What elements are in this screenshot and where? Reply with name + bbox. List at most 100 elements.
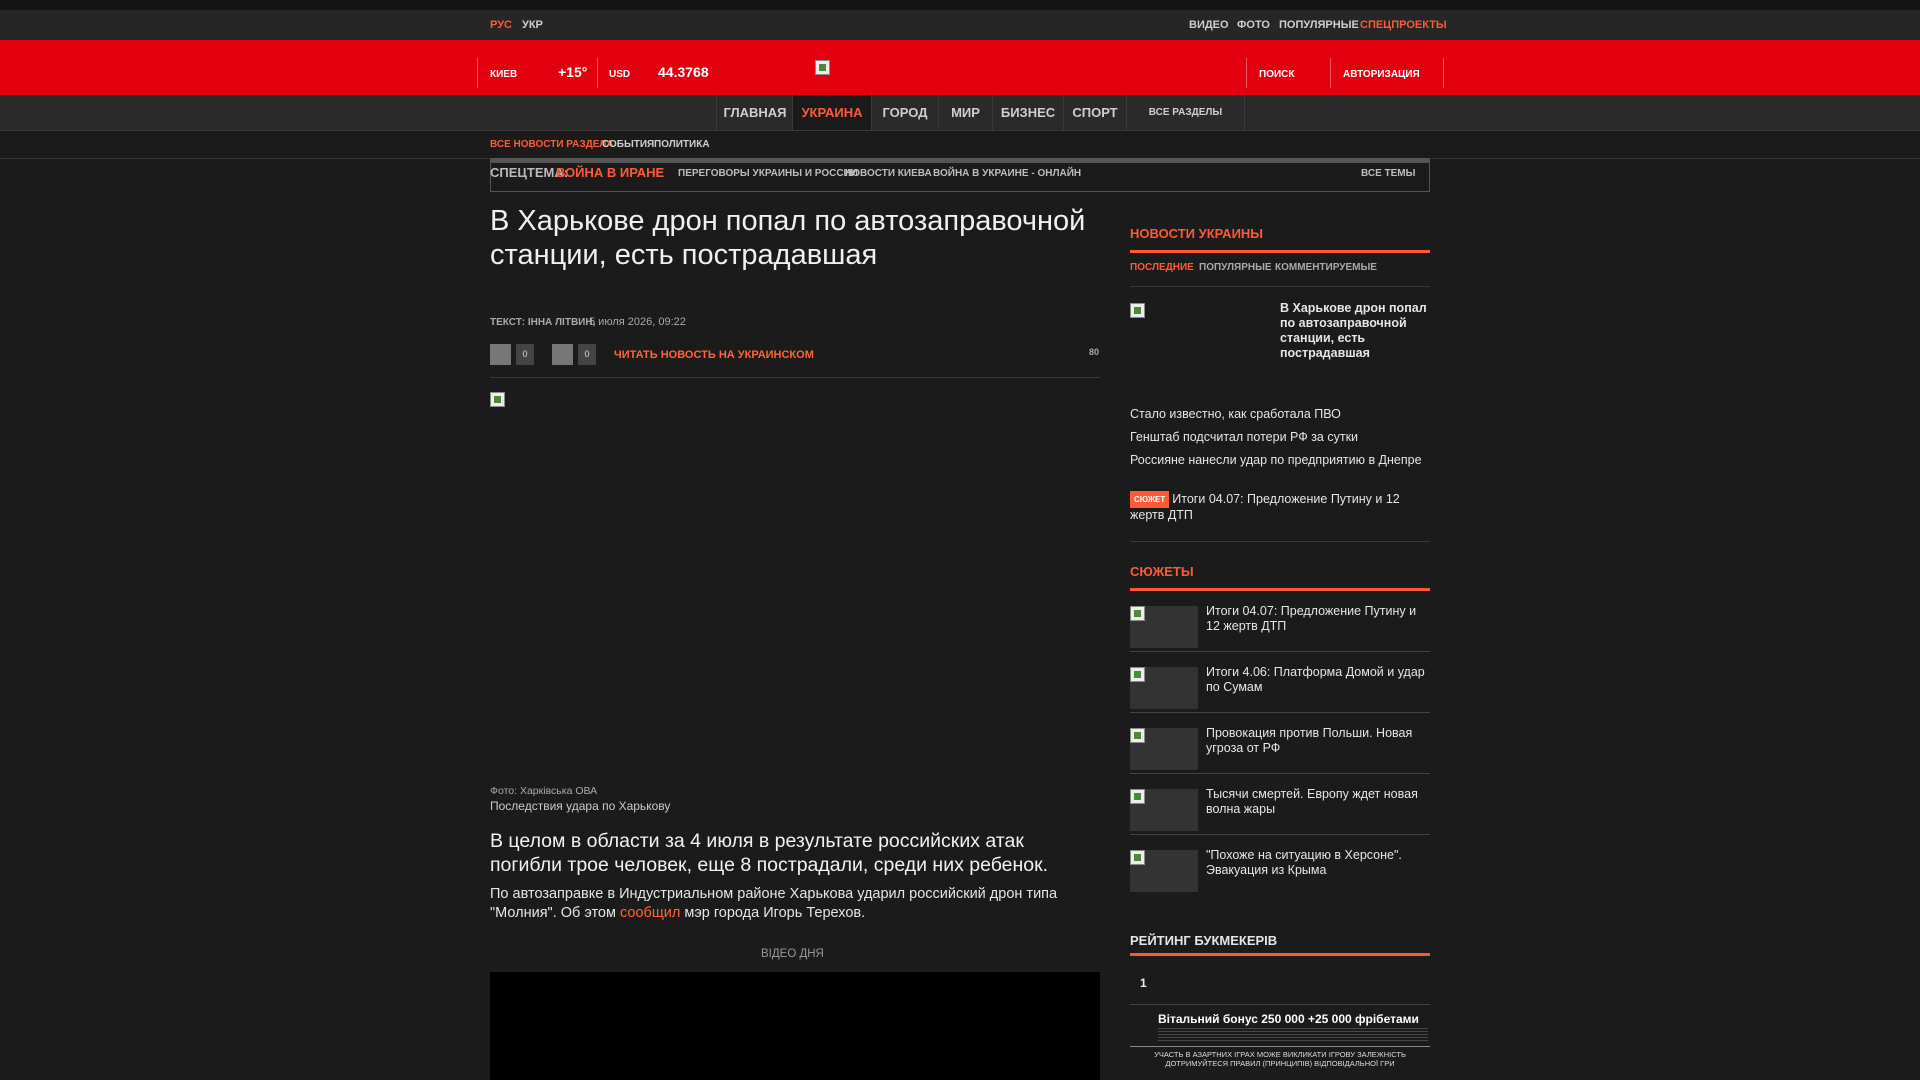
- comment-button[interactable]: [552, 344, 573, 365]
- header-divider: [1246, 58, 1247, 88]
- story-item[interactable]: "Похоже на ситуацию в Херсоне". Эвакуаци…: [1130, 836, 1430, 896]
- bookmaker-banner[interactable]: Вітальний бонус 250 000 +25 000 фрібетам…: [1130, 1005, 1430, 1080]
- broken-image-icon: [1130, 667, 1145, 682]
- story-item[interactable]: Итоги 4.06: Платформа Домой и удар по Су…: [1130, 653, 1430, 713]
- broken-image-icon: [1130, 606, 1145, 621]
- topic-link[interactable]: НОВОСТИ КИЕВА: [845, 168, 932, 179]
- subnav-all-news[interactable]: ВСЕ НОВОСТИ РАЗДЕЛА: [490, 139, 614, 150]
- like-count: 0: [516, 344, 534, 365]
- header-divider: [477, 58, 478, 88]
- currency-rate: 44.3768: [658, 64, 709, 80]
- story-title: Тысячи смертей. Европу ждет новая волна …: [1206, 787, 1418, 816]
- article-date: 5 июля 2026, 09:22: [589, 316, 686, 328]
- fine-print: [1158, 1028, 1428, 1042]
- nav-city[interactable]: ГОРОД: [871, 95, 938, 130]
- auth-button[interactable]: АВТОРИЗАЦИЯ: [1343, 69, 1420, 80]
- weather-city: КИЕВ: [490, 69, 518, 80]
- rating-number: 1: [1140, 976, 1147, 990]
- nav-all-sections[interactable]: ВСЕ РАЗДЕЛЫ: [1126, 95, 1245, 130]
- video-player[interactable]: [490, 972, 1100, 1080]
- bonus-text: Вітальний бонус 250 000 +25 000 фрібетам…: [1158, 1012, 1419, 1026]
- story-thumbnail: [1130, 850, 1198, 892]
- article-title: В Харькове дрон попал по автозаправочной…: [490, 205, 1086, 271]
- news-item[interactable]: Россияне нанесли удар по предприятию в Д…: [1130, 453, 1430, 468]
- site-logo[interactable]: [815, 60, 830, 75]
- story-title: Итоги 4.06: Платформа Домой и удар по Су…: [1206, 665, 1425, 694]
- photo-credit: Фото: Харківська ОВА: [490, 785, 598, 797]
- topic-link[interactable]: ПЕРЕГОВОРЫ УКРАИНЫ И РОССИИ: [678, 168, 858, 179]
- divider: [1130, 286, 1430, 287]
- divider: [1130, 1046, 1430, 1047]
- lang-ru-link[interactable]: РУС: [490, 19, 512, 31]
- rating-title: РЕЙТИНГ БУКМЕКЕРІВ: [1130, 933, 1278, 948]
- story-item[interactable]: Итоги 04.07: Предложение Путину и 12 жер…: [1130, 592, 1430, 652]
- toplink-video[interactable]: ВИДЕО: [1189, 19, 1229, 31]
- news-item-text: Итоги 04.07: Предложение Путину и 12 жер…: [1130, 492, 1400, 522]
- weather-temp: +15°: [558, 64, 588, 80]
- article-paragraph: По автозаправке в Индустриальном районе …: [490, 885, 1100, 923]
- top-news-link[interactable]: В Харькове дрон попал по автозаправочной…: [1280, 301, 1430, 361]
- broken-image-icon: [1130, 728, 1145, 743]
- story-item[interactable]: Тысячи смертей. Европу ждет новая волна …: [1130, 775, 1430, 835]
- all-topics-link[interactable]: ВСЕ ТЕМЫ: [1361, 168, 1415, 179]
- topic-link[interactable]: ВОЙНА В УКРАИНЕ - ОНЛАЙН: [933, 168, 1081, 179]
- story-thumbnail: [1130, 606, 1198, 648]
- sidebar-stories-title[interactable]: СЮЖЕТЫ: [1130, 564, 1194, 579]
- header-divider: [1443, 58, 1444, 88]
- story-badge: СЮЖЕТ: [1130, 491, 1170, 508]
- story-item[interactable]: Провокация против Польши. Новая угроза о…: [1130, 714, 1430, 774]
- view-count: 80: [1089, 347, 1100, 357]
- news-item[interactable]: Генштаб подсчитал потери РФ за сутки: [1130, 430, 1430, 445]
- sidebar-news-title[interactable]: НОВОСТИ УКРАИНЫ: [1130, 226, 1263, 241]
- header-bar: [0, 40, 1920, 95]
- author-name[interactable]: ІННА ЛІТВИН: [528, 317, 593, 328]
- search-button[interactable]: ПОИСК: [1259, 69, 1294, 80]
- story-title: "Похоже на ситуацию в Херсоне". Эвакуаци…: [1206, 848, 1402, 877]
- story-title: Провокация против Польши. Новая угроза о…: [1206, 726, 1413, 755]
- tab-popular[interactable]: ПОПУЛЯРНЫЕ: [1199, 262, 1272, 273]
- subnav-events[interactable]: СОБЫТИЯ: [602, 139, 654, 150]
- tab-latest[interactable]: ПОСЛЕДНИЕ: [1130, 262, 1194, 273]
- nav-main[interactable]: ГЛАВНАЯ: [716, 95, 793, 130]
- like-button[interactable]: [490, 344, 511, 365]
- toplink-photo[interactable]: ФОТО: [1237, 19, 1270, 31]
- currency-code: USD: [609, 69, 631, 80]
- story-title: Итоги 04.07: Предложение Путину и 12 жер…: [1206, 604, 1417, 633]
- nav-business[interactable]: БИЗНЕС: [992, 95, 1063, 130]
- nav-sport[interactable]: СПОРТ: [1063, 95, 1126, 130]
- toplink-popular[interactable]: ПОПУЛЯРНЫЕ: [1279, 19, 1359, 31]
- gambling-warning: УЧАСТЬ В АЗАРТНИХ ІГРАХ МОЖЕ ВИКЛИКАТИ І…: [1154, 1050, 1406, 1068]
- sub-nav: [0, 131, 1920, 159]
- subnav-politics[interactable]: ПОЛИТИКА: [654, 139, 710, 150]
- lang-ua-link[interactable]: УКР: [522, 19, 543, 31]
- tab-commented[interactable]: КОММЕНТИРУЕМЫЕ: [1275, 262, 1377, 273]
- story-thumbnail: [1130, 728, 1198, 770]
- divider: [1130, 541, 1430, 542]
- top-bar: [0, 10, 1920, 40]
- page: РУС УКР ВИДЕО ФОТО ПОПУЛЯРНЫЕ СПЕЦПРОЕКТ…: [0, 0, 1920, 1080]
- nav-world[interactable]: МИР: [938, 95, 992, 130]
- sidebar-rule: [1130, 588, 1430, 591]
- header-divider: [1330, 58, 1331, 88]
- nav-ukraine[interactable]: УКРАИНА: [792, 95, 871, 130]
- story-thumbnail: [1130, 789, 1198, 831]
- news-item[interactable]: Стало известно, как сработала ПВО: [1130, 407, 1430, 422]
- comment-count: 0: [578, 344, 596, 365]
- source-link[interactable]: сообщил: [620, 905, 680, 921]
- sidebar-rule: [1130, 250, 1430, 253]
- broken-image-icon: [1130, 789, 1145, 804]
- photo-caption: Последствия удара по Харькову: [490, 799, 671, 813]
- article-author: ТЕКСТ: ІННА ЛІТВИН,: [490, 317, 596, 328]
- special-topic-link[interactable]: ВОЙНА В ИРАНЕ: [556, 165, 664, 180]
- news-item[interactable]: СЮЖЕТ Итоги 04.07: Предложение Путину и 1…: [1130, 491, 1430, 523]
- story-thumbnail: [1130, 667, 1198, 709]
- sidebar-rule: [1130, 953, 1430, 956]
- toplink-special[interactable]: СПЕЦПРОЕКТЫ: [1360, 19, 1447, 31]
- video-of-day-label: ВІДЕО ДНЯ: [761, 948, 824, 960]
- author-label: ТЕКСТ:: [490, 317, 526, 328]
- news-thumbnail[interactable]: [1130, 303, 1145, 318]
- read-ukrainian-link[interactable]: ЧИТАТЬ НОВОСТЬ НА УКРАИНСКОМ: [614, 349, 814, 361]
- article-lead: В целом в области за 4 июля в результате…: [490, 830, 1049, 876]
- broken-image-icon: [1130, 850, 1145, 865]
- divider: [490, 377, 1100, 378]
